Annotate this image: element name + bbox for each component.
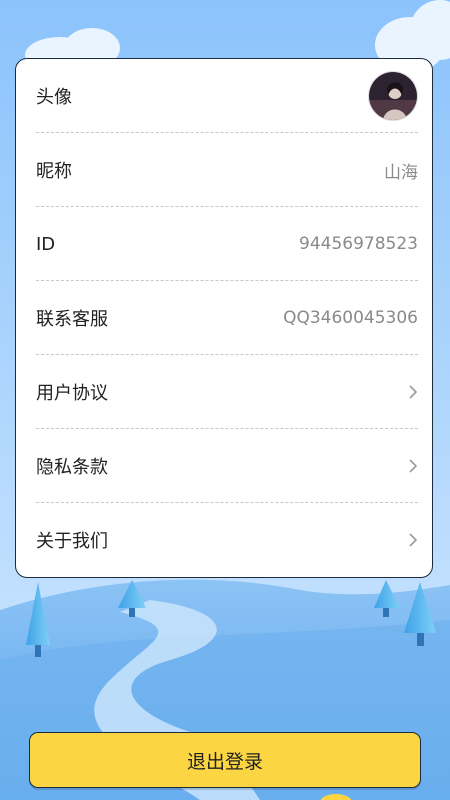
id-row: ID 94456978523 <box>36 207 418 281</box>
about-us-row[interactable]: 关于我们 <box>36 503 418 577</box>
profile-photo-icon <box>369 72 417 120</box>
avatar-row[interactable]: 头像 <box>36 59 418 133</box>
about-us-label: 关于我们 <box>36 531 108 552</box>
avatar-label: 头像 <box>36 87 72 108</box>
nickname-value: 山海 <box>384 162 418 183</box>
id-value: 94456978523 <box>299 234 418 254</box>
user-agreement-row[interactable]: 用户协议 <box>36 355 418 429</box>
support-row[interactable]: 联系客服 QQ3460045306 <box>36 281 418 355</box>
logout-button[interactable]: 退出登录 <box>29 732 421 788</box>
privacy-policy-row[interactable]: 隐私条款 <box>36 429 418 503</box>
avatar[interactable] <box>368 71 418 121</box>
user-agreement-label: 用户协议 <box>36 383 108 404</box>
id-label: ID <box>36 233 56 255</box>
chevron-right-icon <box>409 459 418 473</box>
chevron-right-icon <box>409 533 418 547</box>
nickname-row[interactable]: 昵称 山海 <box>36 133 418 207</box>
support-label: 联系客服 <box>36 309 108 330</box>
nickname-label: 昵称 <box>36 161 72 182</box>
profile-card: 头像 昵称 山海 ID 94456978523 联系客服 QQ346004530… <box>15 58 433 578</box>
privacy-policy-label: 隐私条款 <box>36 457 108 478</box>
support-value: QQ3460045306 <box>283 308 418 328</box>
chevron-right-icon <box>409 385 418 399</box>
